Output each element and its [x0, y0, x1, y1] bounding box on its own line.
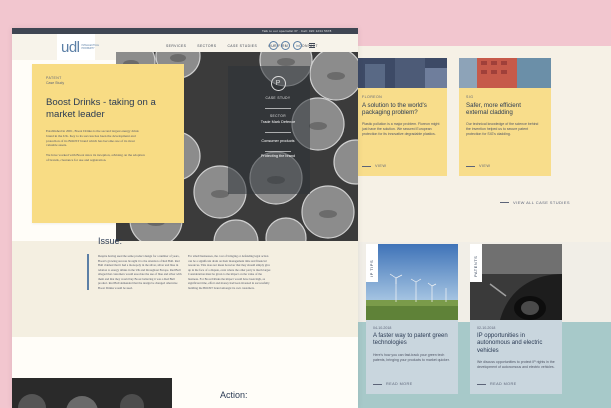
hero-caption: P CASE STUDY SECTOR Trade Mark Defence C…: [244, 76, 312, 158]
post-date: 04-10-2018: [373, 326, 392, 330]
post-text: Here's how you can fast-track your green…: [373, 352, 450, 362]
facebook-icon[interactable]: f: [281, 41, 290, 50]
read-more-link[interactable]: READ MORE: [477, 382, 517, 386]
issue-accent-bar: [87, 254, 89, 290]
post-photo: IP TIPS: [366, 244, 458, 320]
caption-divider: [265, 151, 291, 152]
issue-text-col-2: For small businesses, the cost of bringi…: [188, 254, 271, 290]
post-title[interactable]: A faster way to patent green technologie…: [373, 333, 451, 348]
nav-item-sectors[interactable]: SECTORS: [197, 44, 216, 48]
case-intro-text: Established in 2001, Boost Drinks is the…: [46, 129, 139, 148]
linkedin-icon[interactable]: in: [293, 41, 302, 50]
card-text: Plastic pollution is a major problem. Fl…: [362, 121, 440, 136]
caption-label: CASE STUDY: [265, 96, 291, 100]
card-image: [459, 58, 551, 88]
card-tag: FLOREON: [362, 95, 383, 99]
card-image: [355, 58, 447, 88]
post-text: We discuss opportunities to protect IP r…: [477, 359, 555, 369]
read-more-link[interactable]: READ MORE: [373, 382, 413, 386]
case-study-intro-card: PATENT Case Study Boost Drinks - taking …: [32, 64, 184, 223]
card-tag: SIG: [466, 95, 474, 99]
category-tab: PATENTS: [470, 244, 482, 282]
logo[interactable]: udl INTELLECTUAL PROPERTY: [57, 34, 99, 60]
issue-heading: Issue:: [98, 236, 123, 246]
case-title: Boost Drinks - taking on a market leader: [46, 97, 156, 120]
post-card-autonomous[interactable]: PATENTS 02-10-2018 IP opportunities in a…: [470, 244, 562, 394]
view-link[interactable]: VIEW: [466, 164, 490, 168]
action-photo: [12, 378, 172, 408]
logo-subtitle: INTELLECTUAL PROPERTY: [81, 44, 99, 50]
action-heading: Action:: [220, 390, 248, 400]
social-links: t f in: [269, 41, 315, 50]
case-subtag: Case Study: [46, 81, 65, 85]
case-tag: PATENT: [46, 76, 62, 80]
card-title[interactable]: A solution to the world's packaging prob…: [362, 102, 440, 117]
caption-divider: [265, 131, 291, 132]
issue-section: [12, 241, 358, 337]
post-title[interactable]: IP opportunities in autonomous and elect…: [477, 333, 555, 355]
case-study-page: Talk to our specialist IP · Call: 020 12…: [12, 28, 358, 408]
action-section: [182, 360, 358, 408]
nav-item-services[interactable]: SERVICES: [166, 44, 186, 48]
caption-title: Trade Mark Defence: [260, 119, 296, 124]
logo-mark: udl: [61, 38, 80, 56]
nav-item-case-studies[interactable]: CASE STUDIES: [227, 44, 257, 48]
view-all-case-studies-link[interactable]: VIEW ALL CASE STUDIES: [500, 200, 570, 205]
caption-title-2: Consumer products: [261, 139, 295, 143]
card-text: Our technical knowledge of the science b…: [466, 121, 539, 136]
case-card-sig[interactable]: SIG Safer, more efficient external cladd…: [459, 58, 551, 176]
twitter-icon[interactable]: t: [269, 41, 278, 50]
caption-title-3: Protecting the brand: [260, 153, 296, 158]
case-card-floreon[interactable]: FLOREON A solution to the world's packag…: [355, 58, 447, 176]
issue-text-col-1: Despite having used the same product des…: [98, 254, 182, 290]
top-bar-text: Talk to our specialist IP · Call: 020 12…: [262, 29, 332, 33]
post-date: 02-10-2018: [477, 326, 496, 330]
patent-badge-icon: P: [270, 76, 286, 91]
category-tab: IP TIPS: [366, 244, 378, 282]
case-intro-text-2: We have worked with Boost since its ince…: [46, 153, 145, 162]
caption-label-2: SECTOR: [269, 113, 287, 118]
view-link[interactable]: VIEW: [362, 164, 386, 168]
post-photo: PATENTS: [470, 244, 562, 320]
menu-icon[interactable]: [309, 43, 315, 48]
caption-divider: [265, 108, 291, 109]
post-card-green-tech[interactable]: IP TIPS 04-10-2018 A faster way to paten…: [366, 244, 458, 394]
card-title[interactable]: Safer, more efficient external cladding: [466, 102, 544, 117]
